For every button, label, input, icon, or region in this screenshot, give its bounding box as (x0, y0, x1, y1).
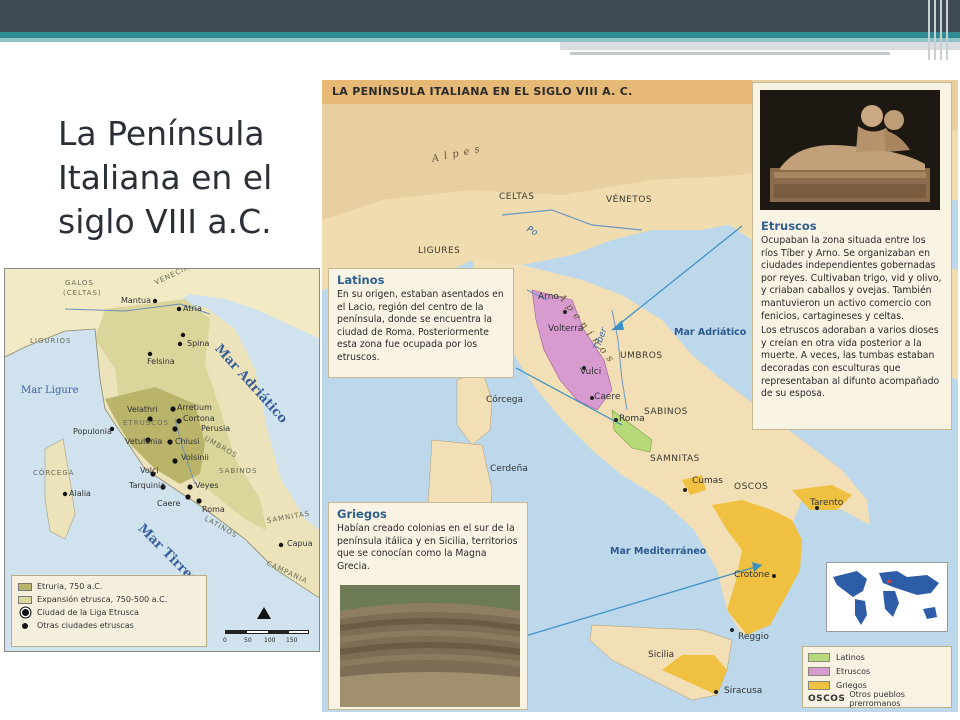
greek-theater-photo (340, 585, 520, 707)
scale-tick: 150 (286, 637, 298, 644)
header-bar (0, 0, 960, 32)
label-venetos: VÉNETOS (606, 195, 653, 205)
city-caere: Caere (157, 499, 181, 508)
place-reggio: Reggio (738, 632, 769, 642)
city-veyes: Veyes (195, 481, 219, 490)
griegos-heading: Griegos (337, 507, 387, 521)
latinos-text: En su origen, estaban asentados en el La… (337, 289, 504, 363)
city-populonia: Populonia (73, 427, 112, 436)
legend-label: Expansión etrusca, 750-500 a.C. (37, 595, 168, 604)
city-alalia: Alalia (69, 489, 91, 498)
legend-item: Expansión etrusca, 750-500 a.C. (18, 593, 200, 606)
italian-peninsula-map: LA PENÍNSULA ITALIANA EN EL SIGLO VIII A… (322, 80, 958, 712)
legend-label: Otras ciudades etruscas (37, 621, 134, 630)
latinos-info-box: Latinos En su origen, estaban asentados … (328, 268, 514, 378)
label-oscos: OSCOS (734, 482, 769, 492)
label-celtas: (CELTAS) (63, 289, 102, 297)
map-title: LA PENÍNSULA ITALIANA EN EL SIGLO VIII A… (332, 85, 633, 98)
etruscos-paragraph-1: Ocupaban la zona situada entre los ríos … (761, 235, 942, 322)
label-ligurios: LIGURIOS (30, 337, 72, 345)
label-sabinos: SABINOS (644, 407, 688, 417)
latinos-heading: Latinos (337, 273, 385, 287)
city-felsina: Felsina (147, 357, 175, 366)
place-corcega: Córcega (486, 395, 524, 405)
label-etruscos: ETRUSCOS (123, 419, 169, 427)
etruscos-paragraph-2: Los etruscos adoraban a varios dioses y … (761, 325, 940, 400)
city-spina: Spina (187, 339, 210, 348)
city-capua: Capua (287, 539, 313, 548)
north-arrow-icon (257, 607, 271, 619)
peoples-legend: Latinos Etruscos Griegos OSCOS Otros pue… (802, 646, 952, 708)
place-roma: Roma (619, 414, 645, 424)
etruscos-heading: Etruscos (761, 219, 817, 233)
legend-item: Otras ciudades etruscas (18, 619, 200, 632)
legend-swatch (808, 666, 830, 676)
city-atria: Atria (183, 304, 202, 313)
legend-label: Griegos (836, 680, 867, 690)
place-tarento: Tarento (810, 498, 844, 508)
city-tarquinia: Tarquinia (129, 481, 166, 490)
corner-decoration (926, 0, 952, 60)
city-perusia: Perusia (201, 424, 231, 433)
sea-mediterranean: Mar Mediterráneo (610, 546, 707, 557)
league-city-icon (18, 609, 32, 616)
legend-label: Otros pueblos prerromanos (849, 690, 905, 708)
place-crotone: Crotone (734, 570, 770, 580)
legend-label: Etruria, 750 a.C. (37, 582, 103, 591)
legend-item: Etruria, 750 a.C. (18, 580, 200, 593)
legend-item: Etruscos (808, 664, 946, 678)
city-cortona: Cortona (183, 414, 215, 423)
legend-swatch (808, 680, 830, 690)
city-roma: Roma (202, 505, 225, 514)
sea-adriatic: Mar Adriático (674, 327, 747, 338)
world-locator-map (826, 562, 948, 632)
legend-caps: OSCOS (808, 694, 846, 704)
header-thin-stripe (570, 52, 890, 55)
place-cumas: Cumas (692, 476, 723, 486)
legend-swatch (18, 582, 32, 591)
city-chiusi: Chiusi (175, 437, 200, 446)
city-volsinii: Volsinii (181, 453, 209, 462)
etruscos-text: Ocupaban la zona situada entre los ríos … (753, 235, 951, 401)
place-volterra: Volterra (548, 324, 584, 334)
place-caere: Caere (594, 392, 621, 402)
griegos-text: Habían creado colonias en el sur de la p… (337, 523, 518, 572)
label-celtas: CELTAS (499, 192, 535, 202)
city-dot-icon (18, 622, 32, 629)
place-arno: Arno (538, 292, 559, 302)
scale-tick: 100 (264, 637, 276, 644)
place-cerdena: Cerdeña (490, 464, 528, 474)
city-volci: Volci (140, 466, 159, 475)
label-corcega: CÓRCEGA (33, 469, 75, 477)
place-siracusa: Siracusa (724, 686, 763, 696)
legend-swatch (808, 652, 830, 662)
slide-title: La Península Italiana en el siglo VIII a… (58, 114, 273, 241)
legend-swatch (18, 595, 32, 604)
label-umbros: UMBROS (620, 351, 663, 361)
city-mantua: Mantua (121, 296, 151, 305)
legend-item: Latinos (808, 650, 946, 664)
legend-label: Etruscos (836, 666, 871, 676)
label-ligures: LIGURES (418, 246, 461, 256)
legend-label: Ciudad de la Liga Etrusca (37, 608, 139, 617)
legend-item: Ciudad de la Liga Etrusca (18, 606, 200, 619)
scale-bar: 0 50 100 150 (223, 624, 309, 646)
legend-item: OSCOS Otros pueblos prerromanos (808, 690, 946, 708)
label-samnitas: SAMNITAS (650, 454, 700, 464)
place-sicilia: Sicilia (648, 650, 675, 660)
city-velathri: Velathri (127, 405, 158, 414)
label-sabinos: SABINOS (219, 467, 258, 475)
scale-tick: 50 (244, 637, 252, 644)
header-gray-stripe (560, 42, 960, 50)
etruria-legend: Etruria, 750 a.C. Expansión etrusca, 750… (11, 575, 207, 647)
legend-label: Latinos (836, 652, 865, 662)
city-vetulonia: Vetulonia (125, 437, 163, 446)
sea-ligurian: Mar Ligure (21, 385, 79, 396)
scale-tick: 0 (223, 637, 227, 644)
sarcophagus-photo (760, 90, 940, 210)
label-galos: GALOS (65, 279, 94, 287)
place-vulci: Vulci (580, 367, 602, 377)
etruria-map: GALOS (CELTAS) VENECIANOS LIGURIOS ETRUS… (4, 268, 320, 652)
city-arretium: Arretium (177, 403, 212, 412)
